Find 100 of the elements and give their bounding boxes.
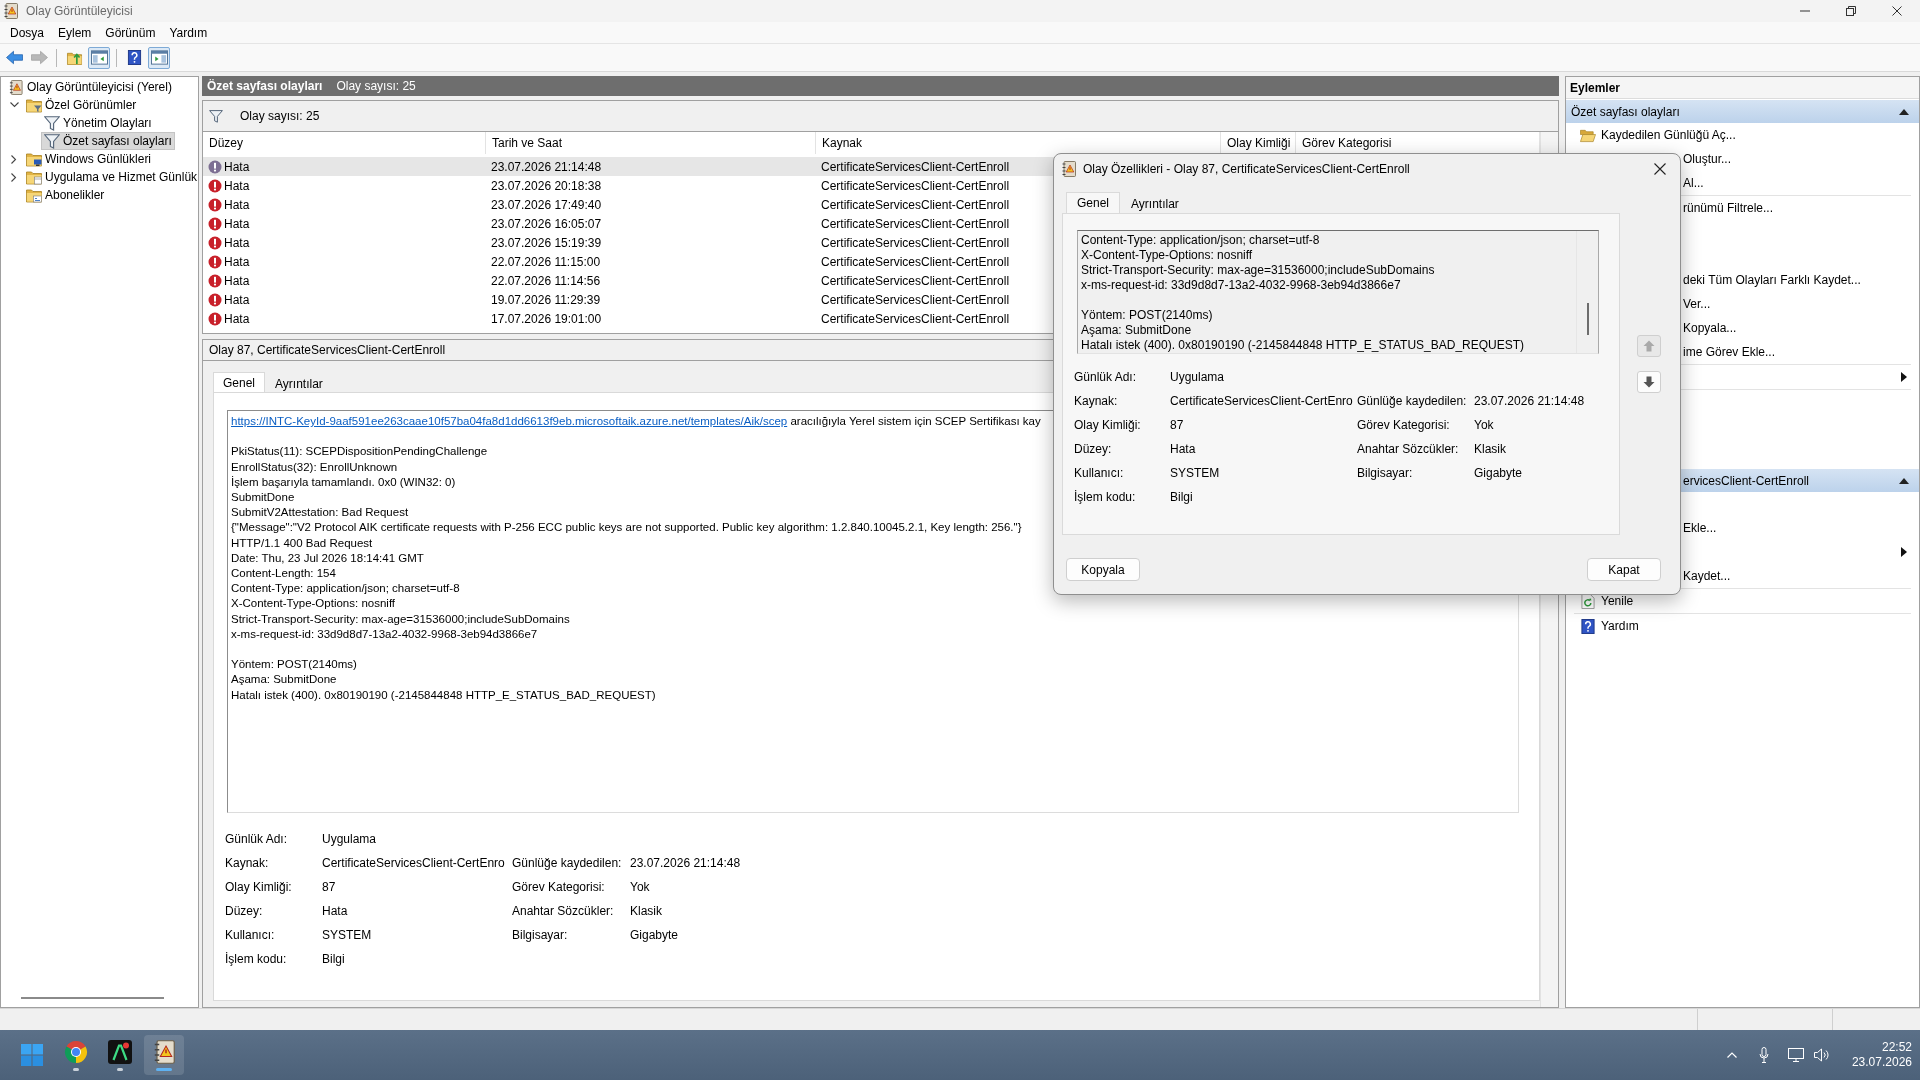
property-label: Olay Kimliği: [1074,418,1141,432]
tree-item[interactable]: Yönetim Olayları [41,114,155,132]
chevron-right-icon[interactable] [11,154,17,164]
tree-item[interactable]: Özel Görünümler [23,96,140,114]
message-line: Strict-Transport-Security: max-age=31536000;includeSubDomains [1081,263,1435,278]
monitor-icon[interactable] [1787,1048,1804,1062]
message-line: Hatalı istek (400). 0x80190190 (-2145844848 HTTP_E_STATUS_BAD_REQUEST) [1081,338,1525,353]
collapse-icon[interactable] [1899,477,1909,484]
tree-item[interactable]: Abonelikler [23,186,108,204]
menu-item[interactable]: Yardım [162,23,215,42]
restore-icon [1846,6,1856,16]
collapse-icon[interactable] [1899,108,1909,115]
tree-item[interactable]: Özet sayfası olayları [41,132,175,150]
property-value: Gigabyte [1474,466,1523,480]
error-icon [208,273,222,288]
open-folder-icon [1580,127,1596,143]
action-item[interactable]: Ver... [1683,297,1711,311]
date-time-text: 23.07.2026 17:49:40 [491,197,602,212]
source-text: CertificateServicesClient-CertEnroll [821,235,1010,250]
action-item[interactable]: Kopyala... [1683,321,1737,335]
message-line: x-ms-request-id: 33d9d8d7-13a2-4032-9968-3eb94d3866e7 [1081,278,1401,293]
menu-item[interactable]: Eylem [51,23,99,42]
indicator-icon [156,1067,172,1071]
tree-item[interactable]: Windows Günlükleri [23,150,155,168]
error-icon [208,178,222,193]
error-icon [208,159,222,174]
date-time-text: 23.07.2026 16:05:07 [491,216,602,231]
event-row[interactable]: Hata 23.07.2026 20:18:38 CertificateServicesClient-CertEnroll [203,176,1540,195]
dialog-title: Olay Özellikleri - Olay 87, CertificateServicesClient-CertEnroll [1083,162,1410,176]
pane-title: Eylemler [1570,80,1621,95]
event-title: Olay 87, CertificateServicesClient-CertEnroll [209,343,446,357]
property-label: İşlem kodu: [225,952,287,966]
menu-item[interactable]: Dosya [3,23,51,42]
property-value: 23.07.2026 21:14:48 [630,856,741,870]
event-count: Olay sayısı: 25 [336,79,416,93]
property-label: Günlüğe kaydedilen: [512,856,622,870]
action-item[interactable]: Kaydedilen Günlüğü Aç... [1580,127,1736,143]
property-value: Yok [630,880,650,894]
action-item[interactable]: Yardım [1580,618,1639,634]
tab[interactable]: Ayrıntılar [1120,194,1190,213]
next-button[interactable] [1637,371,1661,393]
level-text: Hata [224,273,250,288]
action-item[interactable]: Ekle... [1683,521,1717,535]
scrollbar-thumb[interactable] [1586,303,1589,335]
chevron-down-icon[interactable] [9,102,19,108]
message-line: {"Message":"V2 Protocol AIK certificate requests with P-256 ECC public keys are not supported. Public key algorithm: 1.2.840.10045.2.1, Key length: 256."} [231,520,1022,536]
scrollbar-thumb[interactable] [21,997,164,999]
forward-arrow-icon [30,50,48,65]
column-header[interactable]: Tarih ve Saat [486,132,816,154]
tab[interactable]: Ayrıntılar [265,374,333,392]
property-value: Klasik [1474,442,1506,456]
taskbar-app[interactable] [144,1035,184,1075]
message-line: SubmitV2Attestation: Bad Request [231,505,409,521]
message-line: Hatalı istek (400). 0x80190190 (-2145844848 HTTP_E_STATUS_BAD_REQUEST) [231,687,656,703]
property-label: Kullanıcı: [225,928,275,942]
indicator-icon [73,1067,79,1071]
left-panel-icon [90,50,108,65]
menu-item[interactable]: Görünüm [98,23,163,42]
action-item[interactable]: ime Görev Ekle... [1683,345,1776,359]
message-line: SubmitDone [231,490,295,505]
speaker-icon[interactable] [1813,1048,1830,1062]
action-item[interactable]: deki Tüm Olayları Farklı Kaydet... [1683,273,1861,287]
message-line: x-ms-request-id: 33d9d8d7-13a2-4032-9968-3eb94d3866e7 [231,626,538,642]
column-header[interactable]: Düzey [203,132,486,154]
close-icon [1892,6,1902,16]
tab[interactable]: Genel [213,372,266,392]
tree-item[interactable]: Uygulama ve Hizmet Günlük [23,168,201,186]
folder-up-icon [65,50,83,65]
property-label: Anahtar Sözcükler: [1357,442,1459,456]
url-link[interactable]: https://INTC-KeyId-9aaf591ee263caae10f57ba04fa8d1dd6613f9eb.microsoftaik.azure.net/templates/Aik/scep [231,415,788,427]
dialog-button[interactable]: Kopyala [1066,558,1140,581]
action-item[interactable]: Oluştur... [1683,152,1732,166]
error-icon [208,235,222,250]
event-row[interactable]: Hata 23.07.2026 16:05:07 CertificateServicesClient-CertEnroll [203,214,1540,233]
submenu-arrow-icon[interactable] [1901,547,1907,557]
property-value: SYSTEM [1170,466,1220,480]
tree-toggle-button[interactable] [88,46,110,69]
dialog-button[interactable]: Kapat [1587,558,1661,581]
arrow-down-icon [1643,376,1655,388]
action-item[interactable]: rünümü Filtrele... [1683,201,1774,215]
message-text: aracılığıyla Yerel sistem için SCEP Sertifikası kay [790,415,1041,427]
logbook-icon [4,3,18,19]
pane-toggle-button[interactable] [148,46,170,69]
chevron-right-icon[interactable] [11,172,17,182]
level-text: Hata [224,254,250,269]
source-text: CertificateServicesClient-CertEnroll [821,216,1010,231]
submenu-arrow-icon[interactable] [1901,372,1907,382]
tab[interactable]: Genel [1066,192,1121,213]
action-item[interactable]: Kaydet... [1683,569,1731,583]
lambda-tile-icon [108,1039,132,1064]
error-icon [208,311,222,326]
microphone-icon[interactable] [1758,1047,1769,1063]
filter-folder-icon [26,97,42,113]
action-item[interactable]: Al... [1683,176,1704,190]
tree-item[interactable]: Olay Görüntüleyicisi (Yerel) [5,78,175,96]
property-label: Görev Kategorisi: [512,880,605,894]
chevron-up-icon[interactable] [1726,1052,1737,1058]
source-text: CertificateServicesClient-CertEnroll [821,292,1010,307]
property-value: 87 [1170,418,1184,432]
message-line: X-Content-Type-Options: nosniff [1081,248,1253,263]
